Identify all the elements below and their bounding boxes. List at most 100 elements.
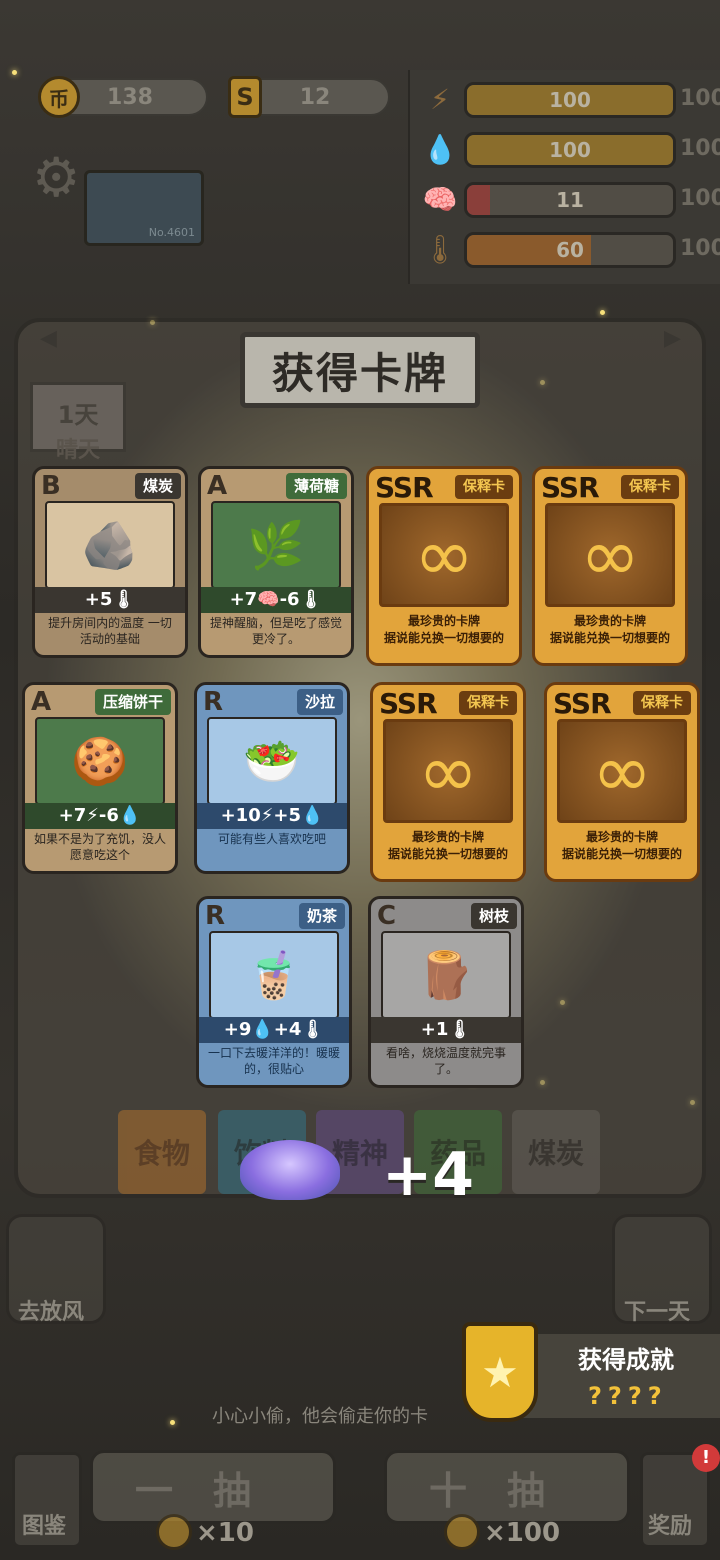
card-desc-line: 最珍贵的卡牌 [573, 614, 646, 628]
stat-value: 100 [549, 138, 591, 162]
codex-label: 图鉴 [22, 1514, 67, 1539]
card-rank: B [41, 471, 61, 501]
stat-energy: ⚡ 100 100 [422, 80, 720, 120]
card-bail[interactable]: SSR 保释卡 ∞ 最珍贵的卡牌 据说能兑换一切想要的 [532, 466, 688, 666]
scroll-counter: 12 [240, 78, 390, 116]
card-rank: C [377, 901, 397, 931]
card-bail[interactable]: SSR 保释卡 ∞ 最珍贵的卡牌 据说能兑换一切想要的 [370, 682, 526, 882]
lightning-icon: ⚡ [430, 83, 450, 116]
water-drop-icon: 💧 [422, 133, 458, 166]
stat-max: 100 [680, 186, 720, 211]
left-arrow-icon: ◀ [40, 326, 57, 351]
card-desc: 一口下去暖洋洋的！暖暖的，很贴心 [207, 1046, 340, 1076]
thermometer-icon: 🌡 [422, 233, 458, 266]
card-mint[interactable]: A 薄荷糖 🌿 +7🧠-6🌡 提神醒脑，但是吃了感觉更冷了。 [198, 466, 354, 658]
card-desc-line: 最珍贵的卡牌 [585, 830, 658, 844]
stat-max: 100 [680, 136, 720, 161]
coin-count: 138 [107, 84, 153, 110]
next-day-label: 下一天 [624, 1300, 691, 1325]
card-name: 保释卡 [459, 691, 517, 715]
stat-value: 11 [556, 188, 584, 212]
card-desc-line: 最珍贵的卡牌 [411, 830, 484, 844]
tab-food[interactable]: 食物 [118, 1110, 206, 1194]
card-desc: 最珍贵的卡牌 据说能兑换一切想要的 [553, 829, 691, 863]
reward-label: 奖励 [648, 1514, 693, 1539]
sparkle [600, 310, 605, 315]
tip-text: 小心小偷，他会偷走你的卡 [212, 1406, 428, 1427]
card-bail[interactable]: SSR 保释卡 ∞ 最珍贵的卡牌 据说能兑换一切想要的 [366, 466, 522, 666]
settings-gear-icon[interactable]: ⚙ [32, 146, 80, 209]
stat-bar: 60 [464, 232, 676, 268]
s-currency-icon: S [228, 76, 262, 118]
card-desc-line: 最珍贵的卡牌 [407, 614, 480, 628]
stat-water: 💧 100 100 [422, 130, 720, 170]
salad-icon: 🥗 [207, 717, 337, 805]
scroll-count: 12 [299, 84, 331, 110]
card-stat: +9💧+4🌡 [199, 1017, 349, 1043]
card-desc: 可能有些人喜欢吃吧 [217, 832, 326, 846]
card-milk-tea[interactable]: R 奶茶 🧋 +9💧+4🌡 一口下去暖洋洋的！暖暖的，很贴心 [196, 896, 352, 1088]
ten-draw-label: 十抽 [428, 1468, 585, 1513]
card-desc: 提神醒脑，但是吃了感觉更冷了。 [209, 616, 342, 646]
card-stat: +5🌡 [35, 587, 185, 613]
single-draw-cost: ×10 [196, 1518, 254, 1548]
card-name: 保释卡 [455, 475, 513, 499]
single-draw-button[interactable]: 一抽 [90, 1450, 336, 1524]
card-desc-line: 据说能兑换一切想要的 [549, 631, 670, 645]
coal-icon: 🪨 [45, 501, 175, 589]
card-desc: 最珍贵的卡牌 据说能兑换一切想要的 [541, 613, 679, 647]
coin-icon [444, 1514, 480, 1550]
card-salad[interactable]: R 沙拉 🥗 +10⚡+5💧 可能有些人喜欢吃吧 [194, 682, 350, 874]
card-name: 保释卡 [633, 691, 691, 715]
single-draw-label: 一抽 [134, 1468, 291, 1513]
coin-icon [156, 1514, 192, 1550]
stat-max: 100 [680, 86, 720, 111]
stat-max: 100 [680, 236, 720, 261]
infinity-icon: ∞ [383, 719, 513, 823]
crystal-pile-icon [240, 1140, 340, 1200]
card-bail[interactable]: SSR 保释卡 ∞ 最珍贵的卡牌 据说能兑换一切想要的 [544, 682, 700, 882]
prisoner-monitor: No.4601 [84, 170, 204, 246]
card-rank: A [207, 471, 228, 501]
biscuit-icon: 🍪 [35, 717, 165, 805]
card-biscuit[interactable]: A 压缩饼干 🍪 +7⚡-6💧 如果不是为了充饥，没人愿意吃这个 [22, 682, 178, 874]
card-rank: A [31, 687, 52, 717]
stats-panel: ⚡ 100 100 💧 100 100 🧠 11 100 🌡 60 100 [408, 70, 720, 284]
notification-badge: ! [692, 1444, 720, 1472]
ten-draw-cost: ×100 [484, 1518, 561, 1548]
branch-icon: 🪵 [381, 931, 511, 1019]
right-arrow-icon: ▶ [664, 326, 681, 351]
stat-bar: 100 [464, 82, 676, 118]
stat-value: 60 [556, 238, 584, 262]
stat-bar: 11 [464, 182, 676, 218]
modal-title: 获得卡牌 [240, 332, 480, 408]
tab-label: 煤炭 [527, 1137, 584, 1170]
reward-amount: +4 [382, 1140, 475, 1210]
brain-icon: 🧠 [422, 183, 458, 216]
card-name: 沙拉 [296, 689, 343, 715]
tab-coal[interactable]: 煤炭 [512, 1110, 600, 1194]
coin-icon: 币 [38, 76, 80, 118]
card-name: 奶茶 [298, 903, 345, 929]
go-outside-label: 去放风 [18, 1300, 85, 1325]
card-name: 树枝 [470, 903, 517, 929]
card-branch[interactable]: C 树枝 🪵 +1🌡 看啥，烧烧温度就完事了。 [368, 896, 524, 1088]
achievement-desc: ???? [588, 1382, 668, 1410]
weather-label: 晴天 [56, 438, 101, 463]
card-name: 煤炭 [134, 473, 181, 499]
card-desc: 看啥，烧烧温度就完事了。 [385, 1046, 506, 1076]
infinity-icon: ∞ [379, 503, 509, 607]
sparkle [170, 1420, 175, 1425]
card-desc: 最珍贵的卡牌 据说能兑换一切想要的 [379, 829, 517, 863]
mint-icon: 🌿 [211, 501, 341, 589]
card-coal[interactable]: B 煤炭 🪨 +5🌡 提升房间内的温度 一切活动的基础 [32, 466, 188, 658]
ten-draw-button[interactable]: 十抽 [384, 1450, 630, 1524]
card-desc-line: 据说能兑换一切想要的 [383, 631, 504, 645]
stat-bar: 100 [464, 132, 676, 168]
infinity-icon: ∞ [545, 503, 675, 607]
stat-mind: 🧠 11 100 [422, 180, 720, 220]
card-rank: SSR [553, 687, 612, 720]
infinity-icon: ∞ [557, 719, 687, 823]
achievement-title: 获得成就 [578, 1346, 674, 1374]
card-desc-line: 据说能兑换一切想要的 [387, 847, 508, 861]
